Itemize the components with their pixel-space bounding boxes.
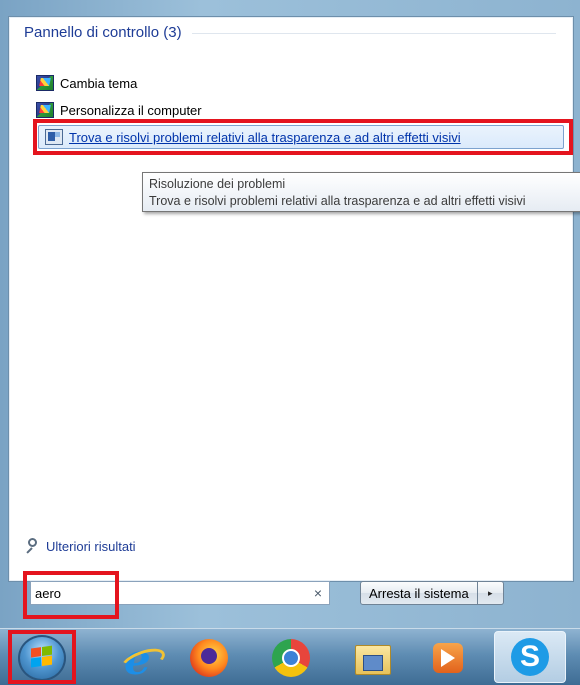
clear-search-icon[interactable]: × <box>307 585 329 601</box>
chrome-icon[interactable] <box>272 639 310 677</box>
tooltip-description: Trova e risolvi problemi relativi alla t… <box>149 194 526 208</box>
taskbar: e S <box>0 628 580 685</box>
group-title: Pannello di controllo (3) <box>24 23 182 41</box>
result-item-trasparenza[interactable]: Trova e risolvi problemi relativi alla t… <box>38 125 564 149</box>
internet-explorer-icon[interactable]: e <box>122 635 160 684</box>
more-results-link[interactable]: Ulteriori risultati <box>24 536 136 556</box>
ie-letter: e <box>124 635 151 684</box>
result-label: Cambia tema <box>60 75 138 91</box>
file-explorer-icon[interactable] <box>353 639 391 677</box>
theme-icon <box>36 102 54 118</box>
more-results-label: Ulteriori risultati <box>46 538 136 554</box>
tooltip-title: Risoluzione dei problemi <box>149 177 286 191</box>
troubleshoot-icon <box>45 129 63 145</box>
search-icon <box>24 538 40 554</box>
result-item-cambia-tema[interactable]: Cambia tema <box>36 72 137 94</box>
search-input[interactable] <box>31 582 307 604</box>
firefox-icon[interactable] <box>190 639 228 677</box>
skype-taskbar-button[interactable]: S <box>494 631 566 683</box>
windows-logo-icon <box>31 645 53 668</box>
result-item-personalizza[interactable]: Personalizza il computer <box>36 99 202 121</box>
shutdown-button[interactable]: Arresta il sistema <box>360 581 478 605</box>
tooltip: Risoluzione dei problemi Trova e risolvi… <box>142 172 580 212</box>
group-divider <box>191 32 556 34</box>
media-player-icon[interactable] <box>430 639 468 677</box>
result-label: Personalizza il computer <box>60 102 202 118</box>
results-group-header[interactable]: Pannello di controllo (3) <box>24 22 556 42</box>
shutdown-options-arrow[interactable]: ▸ <box>477 581 504 605</box>
theme-icon <box>36 75 54 91</box>
start-button[interactable] <box>18 635 66 681</box>
result-label: Trova e risolvi problemi relativi alla t… <box>69 129 461 145</box>
shutdown-group: Arresta il sistema ▸ <box>360 581 504 605</box>
search-box[interactable]: × <box>30 581 330 605</box>
skype-icon: S <box>511 638 549 676</box>
